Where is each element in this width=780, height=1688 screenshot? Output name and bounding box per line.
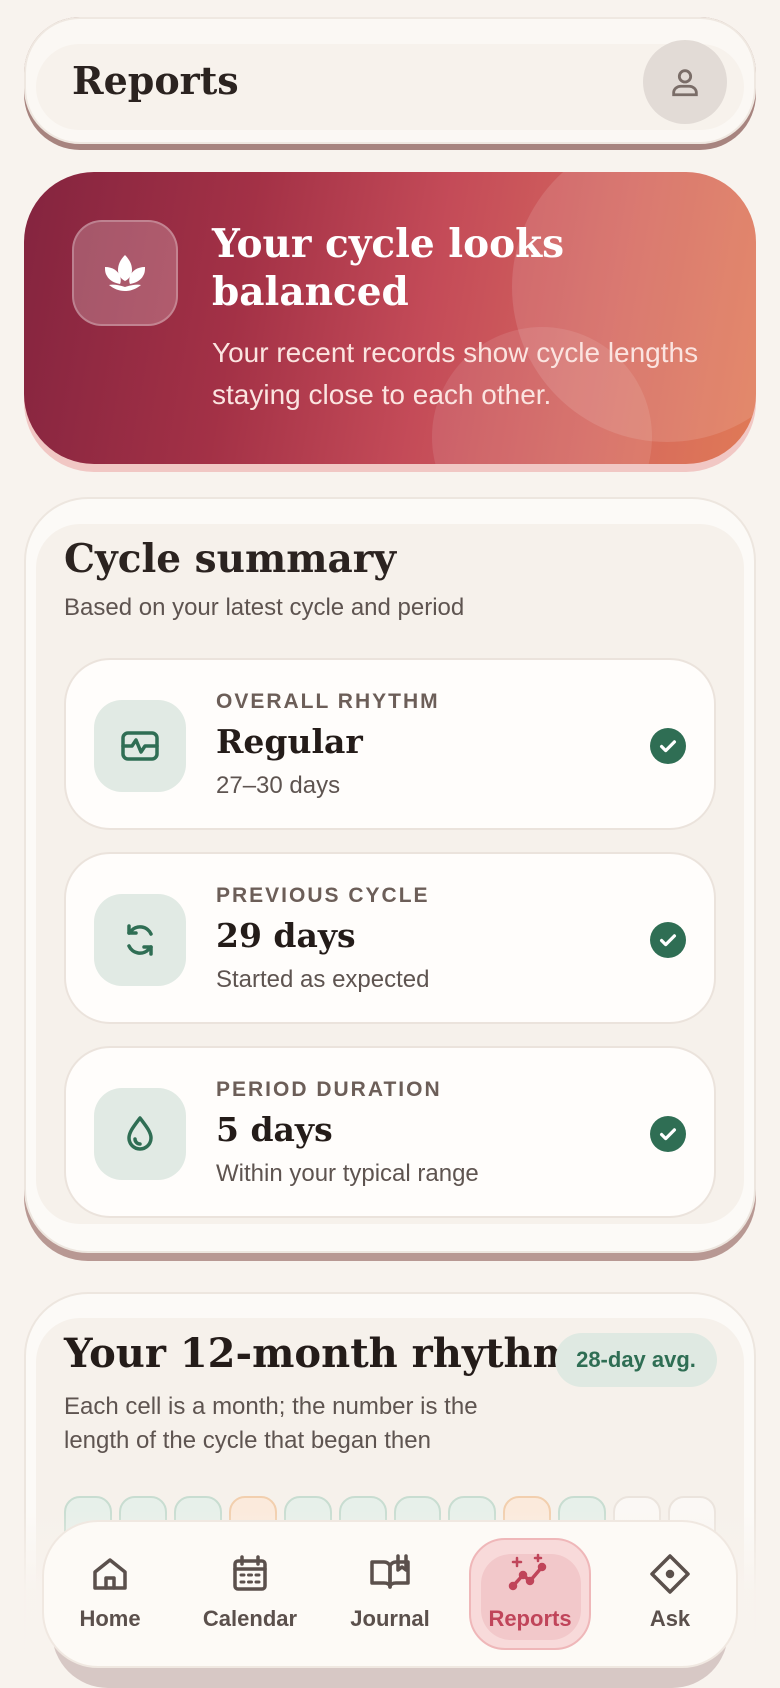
summary-item-overall-rhythm[interactable]: OVERALL RHYTHM Regular 27–30 days bbox=[64, 658, 716, 830]
item-label: PREVIOUS CYCLE bbox=[216, 884, 430, 907]
nav-reports[interactable]: Reports bbox=[470, 1552, 590, 1652]
hero-text: Your recent records show cycle lengths s… bbox=[212, 337, 699, 410]
calendar-icon bbox=[233, 1555, 267, 1591]
item-value: 5 days bbox=[216, 1110, 333, 1149]
nav-label: Ask bbox=[649, 1606, 691, 1631]
item-desc: Within your typical range bbox=[216, 1160, 479, 1187]
nav-journal[interactable]: Journal bbox=[330, 1552, 450, 1652]
nav-home[interactable]: Home bbox=[50, 1552, 170, 1652]
hero-title: Your cycle looks balanced bbox=[212, 221, 565, 315]
item-desc: Started as expected bbox=[216, 966, 430, 993]
user-icon bbox=[672, 69, 698, 97]
item-value: Regular bbox=[216, 722, 363, 761]
summary-title: Cycle summary bbox=[64, 536, 396, 582]
page-title: Reports bbox=[72, 58, 239, 103]
check-icon bbox=[650, 1116, 686, 1152]
cycle-refresh-icon bbox=[127, 924, 153, 956]
summary-subtitle: Based on your latest cycle and period bbox=[64, 594, 465, 621]
average-badge: 28-day avg. bbox=[555, 1333, 717, 1387]
profile-button[interactable] bbox=[643, 40, 727, 124]
item-icon-box bbox=[94, 700, 186, 792]
rhythm-title: Your 12-month rhythm bbox=[64, 1330, 575, 1377]
item-desc: 27–30 days bbox=[216, 772, 341, 799]
item-label: OVERALL RHYTHM bbox=[216, 690, 440, 713]
nav-ask[interactable]: Ask bbox=[610, 1552, 730, 1652]
hero-icon-box bbox=[72, 220, 178, 326]
nav-label: Home bbox=[79, 1606, 141, 1631]
nav-calendar[interactable]: Calendar bbox=[190, 1552, 310, 1652]
nav-label: Calendar bbox=[202, 1606, 298, 1631]
home-icon bbox=[93, 1558, 127, 1590]
item-value: 29 days bbox=[216, 916, 356, 955]
book-icon bbox=[370, 1554, 410, 1589]
diamond-icon bbox=[650, 1554, 690, 1594]
lotus-icon bbox=[105, 255, 145, 291]
item-icon-box bbox=[94, 894, 186, 986]
rhythm-subtitle: Each cell is a month; the number is the … bbox=[64, 1393, 478, 1454]
check-icon bbox=[650, 922, 686, 958]
item-label: PERIOD DURATION bbox=[216, 1078, 442, 1101]
nav-label: Journal bbox=[350, 1606, 430, 1631]
hero-banner: Your cycle looks balanced Your recent re… bbox=[24, 172, 756, 464]
item-icon-box bbox=[94, 1088, 186, 1180]
nav-label: Reports bbox=[488, 1606, 572, 1631]
rhythm-icon bbox=[121, 731, 159, 761]
drop-icon bbox=[127, 1116, 153, 1151]
summary-item-period-duration[interactable]: PERIOD DURATION 5 days Within your typic… bbox=[64, 1046, 716, 1218]
check-icon bbox=[650, 728, 686, 764]
summary-item-previous-cycle[interactable]: PREVIOUS CYCLE 29 days Started as expect… bbox=[64, 852, 716, 1024]
trend-icon bbox=[508, 1553, 547, 1591]
